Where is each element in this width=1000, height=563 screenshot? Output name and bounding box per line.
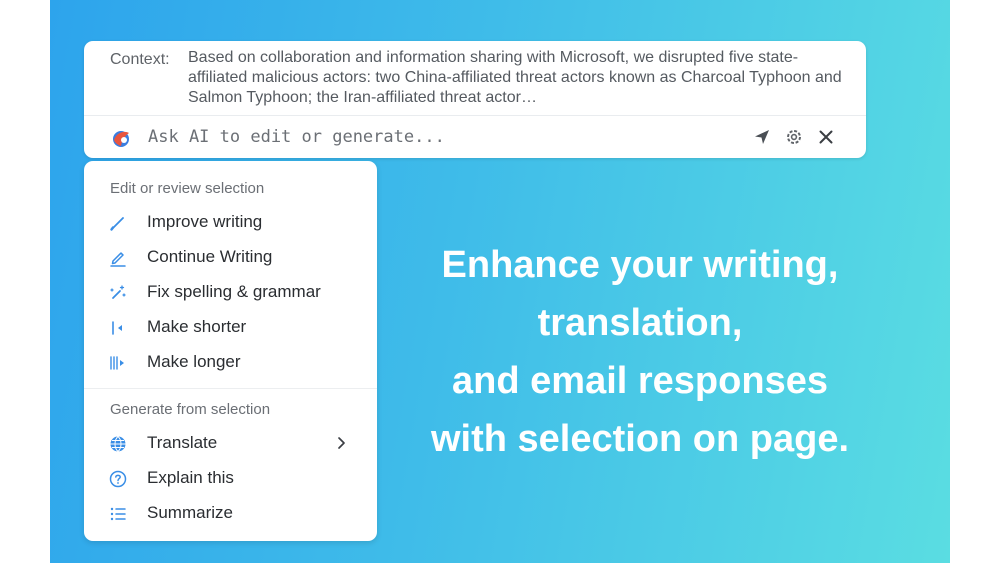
menu-item-fix-spelling[interactable]: Fix spelling & grammar bbox=[84, 275, 377, 309]
list-icon bbox=[110, 507, 126, 521]
chevron-right-icon bbox=[338, 437, 345, 449]
headline-line: Enhance your writing, bbox=[441, 244, 839, 286]
menu-item-label: Make longer bbox=[147, 352, 241, 371]
send-icon[interactable] bbox=[752, 127, 772, 147]
promo-headline: Enhance your writing, translation, and e… bbox=[390, 236, 890, 468]
menu-item-summarize[interactable]: Summarize bbox=[84, 496, 377, 530]
close-icon[interactable] bbox=[816, 127, 836, 147]
headline-line: and email responses bbox=[452, 360, 828, 402]
menu-item-make-shorter[interactable]: Make shorter bbox=[84, 310, 377, 344]
pencil-icon bbox=[110, 252, 126, 267]
promo-background: Context: Based on collaboration and info… bbox=[50, 0, 950, 563]
pen-icon bbox=[110, 217, 124, 231]
magic-wand-icon bbox=[110, 285, 126, 299]
headline-line: translation, bbox=[537, 302, 743, 344]
menu-item-label: Make shorter bbox=[147, 317, 247, 336]
context-row: Context: Based on collaboration and info… bbox=[84, 41, 866, 116]
shorten-icon bbox=[112, 321, 122, 335]
menu-divider bbox=[84, 388, 377, 389]
menu-item-continue-writing[interactable]: Continue Writing bbox=[84, 240, 377, 274]
menu-item-label: Summarize bbox=[147, 503, 233, 522]
menu-item-explain-this[interactable]: Explain this bbox=[84, 461, 377, 495]
context-text: Based on collaboration and information s… bbox=[188, 49, 842, 106]
menu-item-label: Continue Writing bbox=[147, 247, 273, 266]
menu-item-translate[interactable]: Translate bbox=[84, 426, 377, 460]
logo-icon bbox=[113, 131, 129, 147]
menu-item-label: Explain this bbox=[147, 468, 234, 487]
context-label: Context: bbox=[110, 51, 170, 68]
selection-menu: Edit or review selection Improve writing… bbox=[84, 161, 377, 541]
menu-item-improve-writing[interactable]: Improve writing bbox=[84, 205, 377, 239]
ask-ai-panel: Context: Based on collaboration and info… bbox=[84, 41, 866, 158]
ask-row bbox=[84, 116, 866, 158]
menu-item-label: Translate bbox=[147, 433, 218, 452]
menu-item-label: Improve writing bbox=[147, 212, 263, 231]
menu-item-make-longer[interactable]: Make longer bbox=[84, 345, 377, 379]
question-icon bbox=[109, 470, 127, 488]
menu-item-label: Fix spelling & grammar bbox=[147, 282, 321, 301]
lengthen-icon bbox=[110, 356, 124, 370]
edit-section-title: Edit or review selection bbox=[110, 180, 265, 197]
gear-icon[interactable] bbox=[784, 127, 804, 147]
globe-icon bbox=[110, 436, 126, 453]
generate-section-title: Generate from selection bbox=[110, 401, 271, 418]
headline-line: with selection on page. bbox=[430, 418, 850, 460]
ask-input[interactable] bbox=[148, 124, 708, 150]
